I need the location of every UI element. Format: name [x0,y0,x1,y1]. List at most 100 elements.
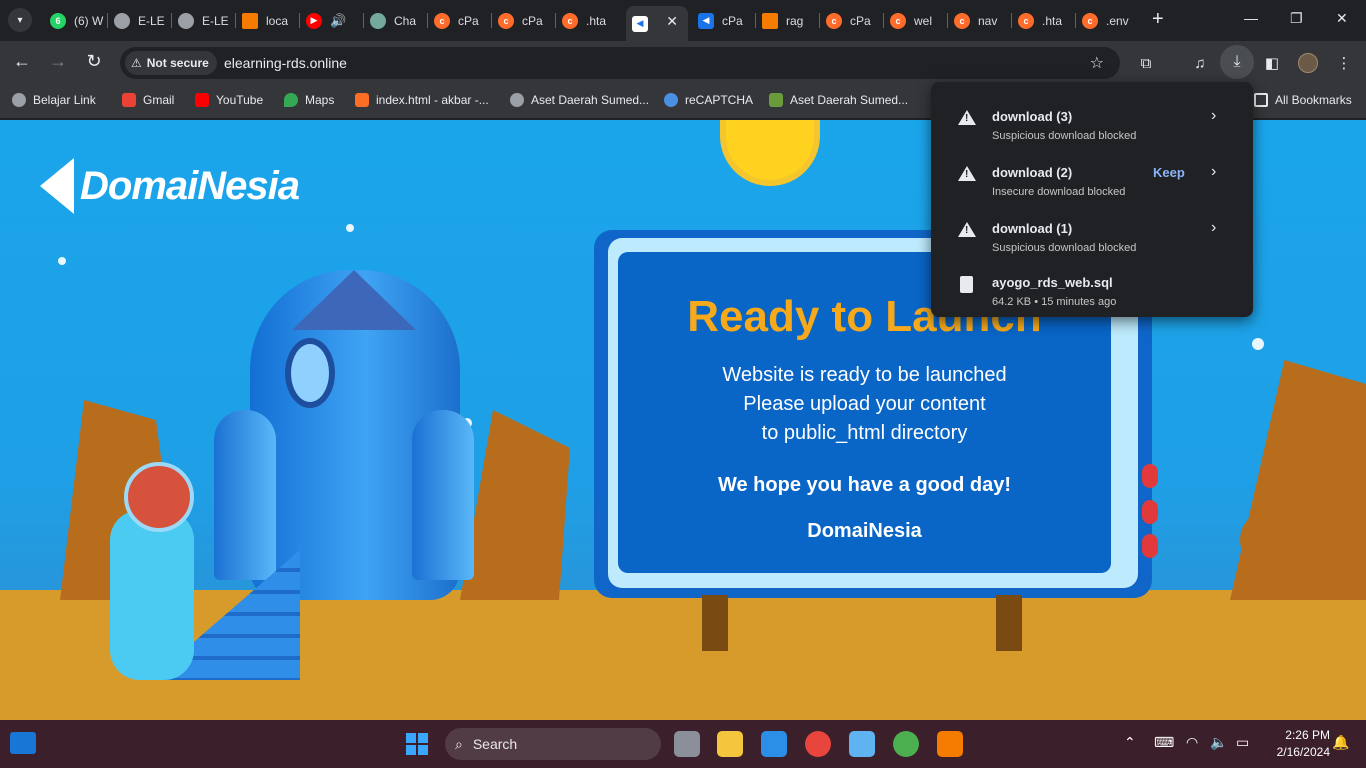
xampp-icon[interactable] [937,731,963,757]
message-line-2: Please upload your content [743,393,986,415]
bookmark-label: Aset Daerah Sumed... [531,93,650,107]
security-chip[interactable]: ⚠ Not secure [125,51,217,75]
tab-nav[interactable]: c nav [948,6,1012,35]
keep-button[interactable]: Keep [1153,165,1185,180]
tab-welcome[interactable]: c wel [884,6,948,35]
chevron-right-icon[interactable]: › [1211,107,1216,125]
extensions-icon[interactable]: ⧉ [1134,51,1158,75]
media-control-icon[interactable]: ♫ [1188,51,1212,75]
tab-elearning-1[interactable]: E-LE [108,6,172,35]
tab-cpanel-2[interactable]: c cPa [492,6,556,35]
volume-icon[interactable]: 🔈 [1210,734,1227,751]
download-filename: download (3) [992,109,1073,124]
battery-icon[interactable]: ▭ [1236,734,1249,751]
tab-active-domainesia[interactable]: ◀ ✕ [626,6,688,41]
download-filename: ayogo_rds_web.sql [992,275,1113,290]
tab-strip: ▾ 6 (6) W E-LE E-LE loca ▶ 🔊 Cha c cPa c… [0,0,1366,41]
tab-title: E-LE [202,13,229,28]
hope-message: We hope you have a good day! [717,474,1011,496]
rock-illustration [460,410,570,600]
tab-rag[interactable]: rag [756,6,820,35]
downloads-icon[interactable]: ⤓ [1220,45,1254,79]
close-window-icon[interactable]: ✕ [1336,10,1348,27]
bookmark-recaptcha[interactable]: reCAPTCHA [664,93,753,107]
avatar[interactable] [1298,53,1318,73]
bookmark-label: YouTube [216,93,264,107]
tab-whatsapp[interactable]: 6 (6) W [44,6,108,35]
tab-cpanel-3[interactable]: ◀ cPa [692,6,756,35]
xampp-icon [242,12,258,29]
tab-youtube-music[interactable]: ▶ 🔊 [300,6,364,35]
tab-htaccess-2[interactable]: c .hta [1012,6,1076,35]
bookmark-belajar-link[interactable]: Belajar Link [12,93,96,107]
billboard-light [1142,500,1158,524]
chrome-icon[interactable] [805,731,831,757]
warning-icon: ⚠ [131,56,142,70]
tab-localhost[interactable]: loca [236,6,300,35]
download-item[interactable]: ! download (1) Suspicious download block… [931,202,1253,258]
bookmark-maps[interactable]: Maps [284,93,334,107]
bookmark-label: Aset Daerah Sumed... [790,93,909,107]
back-icon[interactable]: ← [10,51,34,72]
brand-text: DomaiNesia [807,520,922,542]
bookmark-youtube[interactable]: YouTube [195,93,263,107]
tab-search-icon[interactable]: ▾ [8,8,32,32]
bookmark-aset-daerah-1[interactable]: Aset Daerah Sumed... [510,93,649,107]
globe-icon [178,12,194,29]
minimize-icon[interactable]: — [1244,10,1258,26]
maps-icon [284,93,298,107]
notepad-icon[interactable] [849,731,875,757]
download-item[interactable]: ayogo_rds_web.sql 64.2 KB • 15 minutes a… [931,256,1253,312]
file-explorer-icon[interactable] [717,731,743,757]
address-bar[interactable]: ⚠ Not secure elearning-rds.online ☆ [120,47,1120,79]
url-text[interactable]: elearning-rds.online [224,55,347,71]
notification-bell-icon[interactable]: 🔔 [1332,734,1349,751]
download-filename: download (1) [992,221,1073,236]
start-button[interactable] [406,733,428,755]
all-bookmarks[interactable]: All Bookmarks [1254,93,1352,107]
download-item[interactable]: ! download (3) Suspicious download block… [931,90,1253,146]
tab-htaccess-1[interactable]: c .hta [556,6,620,35]
side-panel-icon[interactable]: ◧ [1260,51,1284,75]
vscode-icon[interactable] [761,731,787,757]
bookmark-aset-daerah-2[interactable]: Aset Daerah Sumed... [769,93,908,107]
tab-elearning-2[interactable]: E-LE [172,6,236,35]
billboard-light [1142,534,1158,558]
tab-cpanel-4[interactable]: c cPa [820,6,884,35]
tab-title: .hta [1042,13,1063,28]
astronaut-body [110,510,194,680]
forward-icon[interactable]: → [46,51,70,72]
wifi-icon[interactable]: ◠ [1186,734,1198,751]
bookmark-label: Gmail [143,93,175,107]
tab-env[interactable]: c .env [1076,6,1140,35]
new-tab-icon[interactable]: + [1152,9,1164,29]
tab-title: wel [914,13,933,28]
taskbar-search[interactable]: ⌕ Search [445,728,661,760]
widgets-icon[interactable] [10,732,36,754]
taskbar-clock[interactable]: 2:26 PM 2/16/2024 [1262,727,1330,761]
menu-icon[interactable]: ⋮ [1332,51,1356,75]
bookmark-gitlab[interactable]: index.html - akbar -... [355,93,489,107]
clock-time: 2:26 PM [1285,728,1330,742]
keyboard-icon[interactable]: ⌨ [1154,734,1174,751]
tab-chatgpt[interactable]: Cha [364,6,428,35]
cpanel-icon: c [890,12,906,29]
chevron-right-icon[interactable]: › [1211,163,1216,181]
bookmark-gmail[interactable]: Gmail [122,93,174,107]
domainesia-logo[interactable]: DomaiNesia [40,158,300,214]
task-view-icon[interactable] [674,731,700,757]
message-line-3: to public_html directory [761,422,968,444]
restore-icon[interactable]: ❐ [1290,10,1303,27]
bookmark-star-icon[interactable]: ☆ [1090,53,1104,73]
tab-title: .env [1106,13,1129,28]
close-tab-icon[interactable]: ✕ [666,13,678,30]
chevron-right-icon[interactable]: › [1211,219,1216,237]
chevron-up-icon[interactable]: ⌃ [1124,734,1136,751]
download-item[interactable]: ! download (2) Insecure download blocked… [931,146,1253,202]
network-app-icon[interactable] [893,731,919,757]
speaker-icon[interactable]: 🔊 [330,13,346,29]
youtube-icon [195,93,209,107]
tab-cpanel-1[interactable]: c cPa [428,6,492,35]
reload-icon[interactable]: ↻ [82,51,106,72]
tab-title: loca [266,13,289,28]
